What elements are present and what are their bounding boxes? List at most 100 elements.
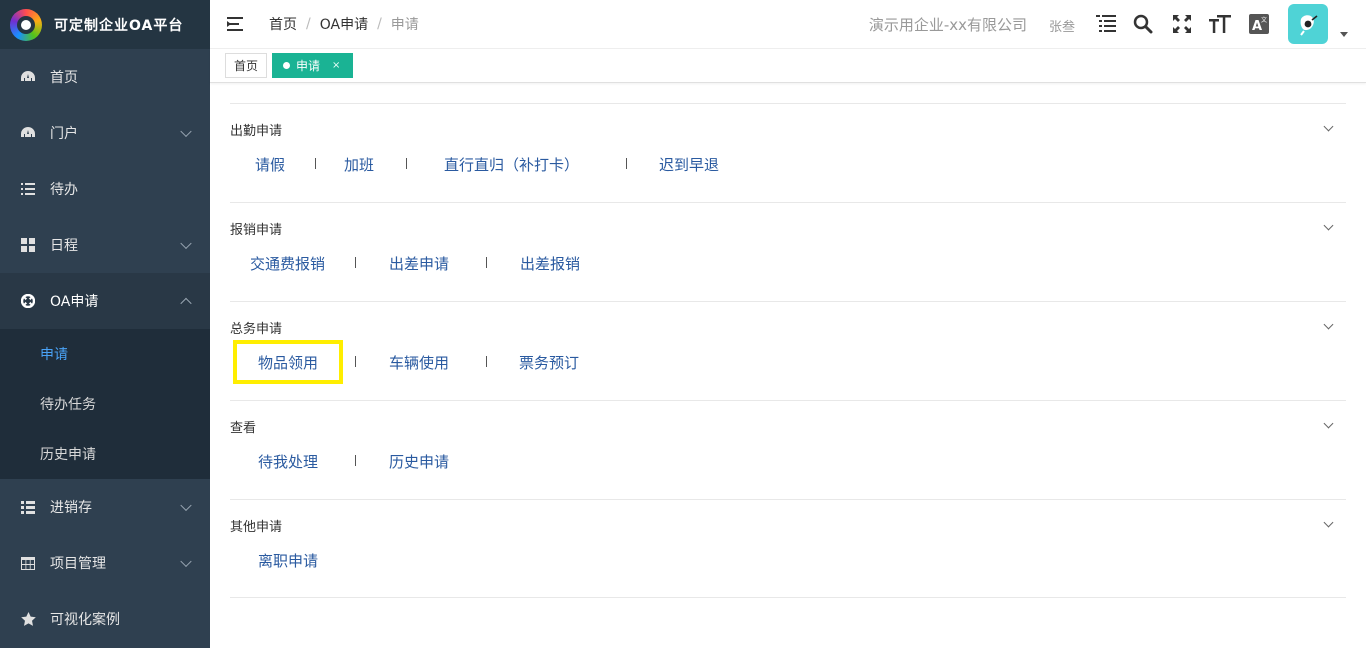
close-icon[interactable]: ×	[332, 60, 340, 71]
submenu-item-pending-tasks[interactable]: 待办任务	[0, 379, 210, 429]
link-direct-checkin[interactable]: 直行直归（补打卡）	[444, 154, 579, 175]
sidebar-item-label: 日程	[50, 238, 78, 254]
chevron-down-icon[interactable]	[1323, 517, 1334, 528]
company-name: 演示用企业-xx有限公司	[868, 16, 1027, 34]
section-title: 出勤申请	[230, 124, 283, 139]
caret-down-icon[interactable]	[1340, 32, 1348, 37]
section-reimbursement: 报销申请 交通费报销 出差申请 出差报销	[230, 202, 1346, 301]
link-list: 离职申请	[230, 550, 1346, 574]
top-header: 首页 / OA申请 / 申请 演示用企业-xx有限公司 张叁 A文	[210, 0, 1366, 49]
tabs-bar: 首页 申请 ×	[210, 49, 1366, 83]
tab-home[interactable]: 首页	[225, 53, 268, 78]
link-history[interactable]: 历史申请	[389, 451, 449, 472]
avatar[interactable]	[1288, 4, 1328, 44]
link-overtime[interactable]: 加班	[344, 154, 374, 175]
sidebar-item-label: 进销存	[50, 500, 92, 516]
link-list: 物品领用 车辆使用 票务预订	[230, 340, 1346, 384]
chevron-down-icon[interactable]	[1323, 418, 1334, 429]
main-content: 出勤申请 请假 加班 直行直归（补打卡） 迟到早退 报销申请 交通费报销 出差申…	[230, 103, 1346, 598]
active-dot-icon	[283, 62, 290, 69]
link-resignation[interactable]: 离职申请	[258, 550, 318, 571]
link-late-early[interactable]: 迟到早退	[659, 154, 719, 175]
sidebar-item-label: 首页	[50, 70, 78, 86]
font-size-icon[interactable]	[1208, 12, 1232, 36]
dashboard-icon	[20, 69, 36, 85]
link-divider	[355, 257, 356, 268]
sidebar-item-home[interactable]: 首页	[0, 49, 210, 105]
submenu-item-history[interactable]: 历史申请	[0, 429, 210, 479]
link-divider	[355, 455, 356, 466]
link-divider	[355, 356, 356, 367]
chevron-down-icon[interactable]	[1323, 121, 1334, 132]
link-divider	[486, 356, 487, 367]
translate-icon[interactable]: A文	[1247, 12, 1271, 36]
svg-text:文: 文	[1261, 16, 1267, 24]
star-icon	[20, 611, 36, 627]
sidebar-item-label: 门户	[50, 126, 78, 142]
link-vehicle-use[interactable]: 车辆使用	[389, 352, 449, 373]
chevron-down-icon	[180, 499, 192, 512]
sidebar: 可定制企业OA平台 首页 门户 待办 日程 OA申请 申请 待办任务 历史申请 …	[0, 0, 210, 648]
sidebar-item-label: 可视化案例	[50, 612, 120, 628]
table-icon	[20, 555, 36, 571]
logo-area[interactable]: 可定制企业OA平台	[0, 0, 210, 49]
sidebar-item-label: 待办	[50, 182, 78, 198]
section-attendance: 出勤申请 请假 加班 直行直归（补打卡） 迟到早退	[230, 103, 1346, 202]
sidebar-item-inventory[interactable]: 进销存	[0, 479, 210, 535]
chevron-down-icon[interactable]	[1323, 220, 1334, 231]
app-title: 可定制企业OA平台	[54, 17, 184, 34]
list-alt-icon	[20, 499, 36, 515]
sidebar-item-schedule[interactable]: 日程	[0, 217, 210, 273]
user-name[interactable]: 张叁	[1049, 16, 1075, 35]
link-trip-request[interactable]: 出差申请	[389, 253, 449, 274]
sidebar-item-portal[interactable]: 门户	[0, 105, 210, 161]
breadcrumb-home[interactable]: 首页	[269, 14, 297, 34]
submenu-oa: 申请 待办任务 历史申请	[0, 329, 210, 479]
link-pending-me[interactable]: 待我处理	[258, 451, 318, 472]
sidebar-item-oa-apply[interactable]: OA申请	[0, 273, 210, 329]
section-view: 查看 待我处理 历史申请	[230, 400, 1346, 499]
breadcrumb-current: 申请	[390, 17, 419, 33]
sidebar-toggle-icon[interactable]	[227, 17, 245, 31]
link-item-requisition[interactable]: 物品领用	[258, 352, 318, 373]
link-list: 待我处理 历史申请	[230, 451, 1346, 475]
section-other: 其他申请 离职申请	[230, 499, 1346, 598]
link-divider	[626, 158, 627, 169]
link-ticket-booking[interactable]: 票务预订	[519, 352, 579, 373]
chevron-down-icon	[180, 555, 192, 568]
section-title: 查看	[230, 421, 257, 436]
chevron-down-icon[interactable]	[1323, 319, 1334, 330]
link-trip-reimburse[interactable]: 出差报销	[520, 253, 580, 274]
link-list: 请假 加班 直行直归（补打卡） 迟到早退	[230, 154, 1346, 178]
chevron-up-icon	[180, 297, 192, 310]
section-title: 报销申请	[230, 223, 283, 238]
sidebar-item-visual-cases[interactable]: 可视化案例	[0, 591, 210, 647]
sidebar-item-projects[interactable]: 项目管理	[0, 535, 210, 591]
section-general-affairs: 总务申请 物品领用 车辆使用 票务预订	[230, 301, 1346, 400]
lifebuoy-icon	[20, 293, 36, 309]
menu-list-icon[interactable]	[1094, 12, 1118, 36]
link-divider	[315, 158, 316, 169]
sidebar-item-label: OA申请	[50, 294, 99, 310]
chevron-down-icon	[180, 237, 192, 250]
tab-apply[interactable]: 申请 ×	[272, 53, 354, 78]
sidebar-item-todo[interactable]: 待办	[0, 161, 210, 217]
dashboard-icon	[20, 125, 36, 141]
sidebar-item-label: 项目管理	[50, 556, 106, 572]
link-divider	[486, 257, 487, 268]
logo-icon	[10, 8, 42, 41]
link-transport-reimburse[interactable]: 交通费报销	[250, 253, 325, 274]
breadcrumb: 首页 / OA申请 / 申请	[269, 14, 419, 34]
search-icon[interactable]	[1131, 12, 1155, 36]
submenu-item-apply[interactable]: 申请	[0, 329, 210, 379]
tab-label: 申请	[296, 59, 321, 73]
breadcrumb-oa[interactable]: OA申请	[320, 14, 368, 34]
link-list: 交通费报销 出差申请 出差报销	[230, 253, 1346, 277]
link-leave[interactable]: 请假	[255, 154, 285, 175]
grid-icon	[20, 237, 36, 253]
section-title: 其他申请	[230, 520, 283, 535]
chevron-down-icon	[180, 125, 192, 138]
fullscreen-icon[interactable]	[1170, 12, 1194, 36]
list-icon	[20, 181, 36, 197]
section-title: 总务申请	[230, 322, 283, 337]
